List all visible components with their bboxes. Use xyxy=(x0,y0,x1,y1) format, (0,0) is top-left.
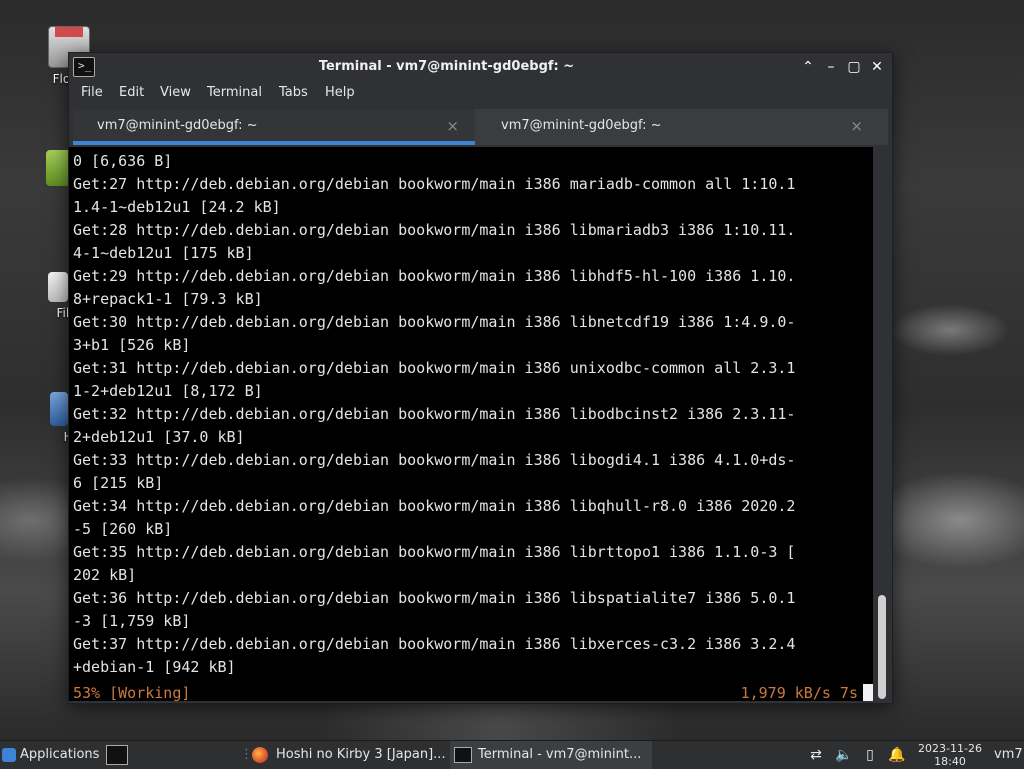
tab-close-icon[interactable]: × xyxy=(446,117,459,135)
terminal-window: >_ Terminal - vm7@minint-gd0ebgf: ~ ⌃ – … xyxy=(68,52,893,704)
terminal-line: 4-1~deb12u1 [175 kB] xyxy=(73,244,254,262)
tab-label: vm7@minint-gd0ebgf: ~ xyxy=(501,118,662,133)
terminal-line: 8+repack1-1 [79.3 kB] xyxy=(73,290,263,308)
clock[interactable]: 2023-11-26 18:40 xyxy=(912,742,988,768)
terminal-cursor xyxy=(863,684,873,701)
active-tab-indicator xyxy=(73,141,475,145)
menu-file[interactable]: File xyxy=(81,85,103,100)
taskbar: Applications ⋮ Hoshi no Kirby 3 [Japan].… xyxy=(0,740,1024,769)
scrollbar-thumb[interactable] xyxy=(878,595,886,699)
menu-view[interactable]: View xyxy=(160,85,191,100)
terminal-line: Get:33 http://deb.debian.org/debian book… xyxy=(73,451,796,469)
maximize-button[interactable]: ▢ xyxy=(844,57,864,77)
taskbar-app-kirby[interactable]: Hoshi no Kirby 3 [Japan]... xyxy=(252,741,448,769)
apt-progress-line: 53% [Working] 1,979 kB/s 7s xyxy=(73,682,873,701)
tab-close-icon[interactable]: × xyxy=(850,117,863,135)
title-bar[interactable]: >_ Terminal - vm7@minint-gd0ebgf: ~ ⌃ – … xyxy=(69,53,892,81)
terminal-icon xyxy=(106,744,128,765)
terminal-line: Get:28 http://deb.debian.org/debian book… xyxy=(73,221,796,239)
applications-menu-button[interactable]: Applications xyxy=(2,741,99,769)
progress-status: 53% [Working] xyxy=(73,684,191,701)
terminal-line: 3+b1 [526 kB] xyxy=(73,336,191,354)
download-speed: 1,979 kB/s 7s xyxy=(740,684,858,701)
xfce-logo-icon xyxy=(2,747,16,762)
terminal-line: Get:29 http://deb.debian.org/debian book… xyxy=(73,267,796,285)
terminal-scrollbar[interactable] xyxy=(873,147,891,701)
file-system-icon xyxy=(48,272,68,302)
terminal-line: -5 [260 kB] xyxy=(73,520,173,538)
clock-time: 18:40 xyxy=(934,755,966,768)
home-icon xyxy=(50,392,68,426)
terminal-line: -3 [1,759 kB] xyxy=(73,612,191,630)
taskbar-app-label: Hoshi no Kirby 3 [Japan]... xyxy=(276,747,446,762)
menu-terminal[interactable]: Terminal xyxy=(207,85,262,100)
menu-edit[interactable]: Edit xyxy=(119,85,144,100)
terminal-line: 6 [215 kB] xyxy=(73,474,164,492)
battery-icon[interactable]: ▯ xyxy=(862,747,878,763)
terminal-line: 202 kB] xyxy=(73,566,137,584)
menu-bar: File Edit View Terminal Tabs Help xyxy=(69,81,892,105)
terminal-line: Get:35 http://deb.debian.org/debian book… xyxy=(73,543,796,561)
notification-bell-icon[interactable]: 🔔 xyxy=(888,747,905,763)
tab-bar: vm7@minint-gd0ebgf: ~ × vm7@minint-gd0eb… xyxy=(73,109,888,145)
volume-icon[interactable]: 🔈 xyxy=(835,747,852,763)
terminal-line: 0 [6,636 B] xyxy=(73,152,173,170)
taskbar-app-terminal[interactable]: Terminal - vm7@minint... xyxy=(450,741,652,769)
tab-1[interactable]: vm7@minint-gd0ebgf: ~ × xyxy=(73,109,475,145)
terminal-launcher-button[interactable] xyxy=(106,741,128,769)
terminal-line: 1.4-1~deb12u1 [24.2 kB] xyxy=(73,198,281,216)
applications-label: Applications xyxy=(20,747,100,762)
terminal-icon xyxy=(454,746,472,763)
terminal-line: Get:32 http://deb.debian.org/debian book… xyxy=(73,405,796,423)
close-button[interactable]: ✕ xyxy=(867,57,887,77)
terminal-line: 2+deb12u1 [37.0 kB] xyxy=(73,428,245,446)
tab-2[interactable]: vm7@minint-gd0ebgf: ~ × xyxy=(477,109,879,145)
menu-tabs[interactable]: Tabs xyxy=(279,85,308,100)
terminal-output[interactable]: 0 [6,636 B] Get:27 http://deb.debian.org/… xyxy=(69,147,873,701)
terminal-line: Get:36 http://deb.debian.org/debian book… xyxy=(73,589,796,607)
terminal-line: Get:27 http://deb.debian.org/debian book… xyxy=(73,175,796,193)
terminal-line: 1-2+deb12u1 [8,172 B] xyxy=(73,382,263,400)
clock-date: 2023-11-26 xyxy=(918,742,982,755)
firefox-icon xyxy=(252,746,268,763)
tab-label: vm7@minint-gd0ebgf: ~ xyxy=(97,118,258,133)
terminal-line: Get:37 http://deb.debian.org/debian book… xyxy=(73,635,796,653)
network-icon[interactable]: ⇄ xyxy=(808,747,824,763)
user-menu[interactable]: vm7 xyxy=(994,741,1023,769)
terminal-lines: 0 [6,636 B] Get:27 http://deb.debian.org/… xyxy=(73,150,873,679)
menu-help[interactable]: Help xyxy=(325,85,355,100)
shade-button[interactable]: ⌃ xyxy=(798,57,818,77)
terminal-line: +debian-1 [942 kB] xyxy=(73,658,236,676)
terminal-line: Get:34 http://deb.debian.org/debian book… xyxy=(73,497,796,515)
minimize-button[interactable]: – xyxy=(821,57,841,77)
window-title: Terminal - vm7@minint-gd0ebgf: ~ xyxy=(318,59,575,74)
terminal-line: Get:30 http://deb.debian.org/debian book… xyxy=(73,313,796,331)
taskbar-app-label: Terminal - vm7@minint... xyxy=(478,747,642,762)
terminal-line: Get:31 http://deb.debian.org/debian book… xyxy=(73,359,796,377)
